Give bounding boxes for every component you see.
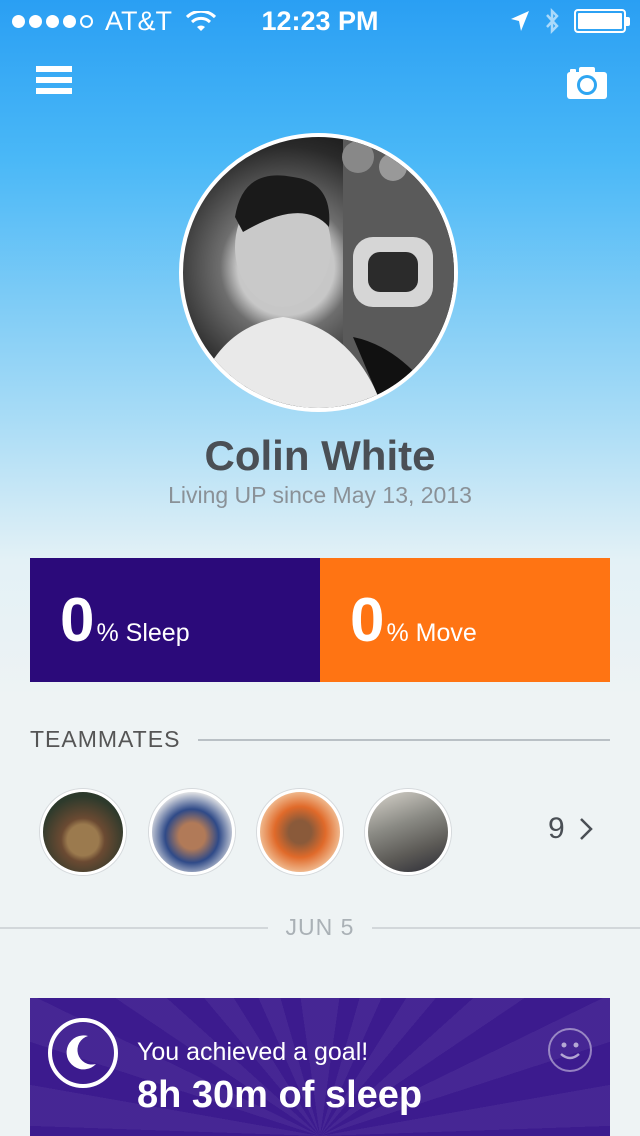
smiley-face <box>560 1042 580 1060</box>
hamburger-menu-icon <box>36 88 72 94</box>
section-divider <box>198 739 610 741</box>
status-right <box>510 8 630 34</box>
hamburger-menu-icon <box>36 66 72 72</box>
location-arrow-icon <box>511 11 529 31</box>
goal-card[interactable]: You achieved a goal! 8h 30m of sleep <box>30 998 610 1136</box>
teammate-avatar[interactable] <box>257 789 343 875</box>
more-teammates-button[interactable]: 9 <box>548 812 593 846</box>
goal-value: 8h 30m of sleep <box>137 1074 423 1116</box>
menu-button[interactable] <box>36 66 72 98</box>
move-stat-tile[interactable]: 0 % Move <box>320 558 610 682</box>
smiley-icon[interactable] <box>548 1028 592 1072</box>
battery-icon <box>574 9 630 33</box>
teammates-heading: TEAMMATES <box>30 726 181 752</box>
battery-fill <box>578 13 622 29</box>
chevron-right-icon <box>579 818 593 840</box>
teammate-avatar[interactable] <box>365 789 451 875</box>
bluetooth-icon <box>546 8 559 34</box>
sleep-stat-tile[interactable]: 0 % Sleep <box>30 558 320 682</box>
teammate-avatar[interactable] <box>40 789 126 875</box>
sleep-percent-value: 0 <box>60 586 95 655</box>
goal-title: You achieved a goal! <box>137 1038 369 1066</box>
teammate-avatar[interactable] <box>149 789 235 875</box>
hamburger-menu-icon <box>36 77 72 83</box>
member-since-text: Living UP since May 13, 2013 <box>168 482 472 508</box>
date-divider-right <box>372 927 640 929</box>
move-percent-value: 0 <box>350 586 385 655</box>
teammates-count: 9 <box>548 812 565 845</box>
status-bar: AT&T 12:23 PM <box>0 0 640 40</box>
moon-icon-ring <box>48 1018 118 1088</box>
sleep-percent-label: % Sleep <box>96 619 190 647</box>
profile-photo <box>193 137 454 408</box>
moon-icon <box>66 1035 96 1070</box>
profile-name: Colin White <box>204 432 436 479</box>
move-percent-label: % Move <box>386 619 477 647</box>
camera-icon[interactable] <box>566 66 608 100</box>
profile-avatar[interactable] <box>179 133 458 412</box>
